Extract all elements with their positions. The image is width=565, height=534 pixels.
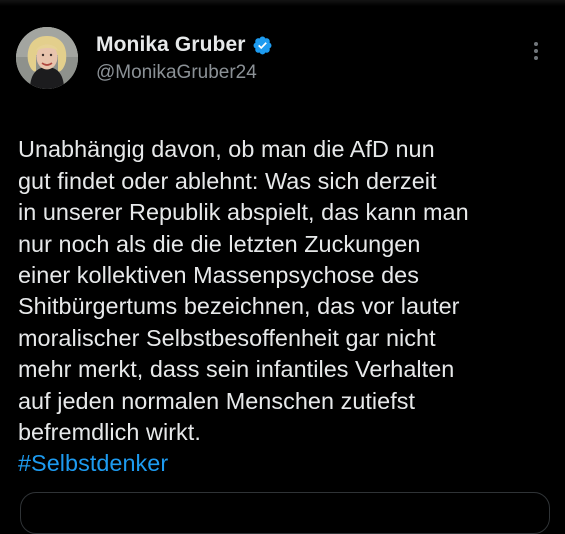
verified-badge-icon xyxy=(252,35,273,56)
avatar[interactable] xyxy=(16,27,78,89)
tweet-text: Unabhängig davon, ob man die AfD nun gut… xyxy=(18,136,469,446)
author-block: Monika Gruber @MonikaGruber24 xyxy=(96,32,273,84)
handle[interactable]: @MonikaGruber24 xyxy=(96,62,273,84)
avatar-photo-icon xyxy=(16,27,78,89)
display-name[interactable]: Monika Gruber xyxy=(96,33,246,57)
tweet-text-container: Unabhängig davon, ob man die AfD nun gut… xyxy=(18,103,558,511)
more-options-icon[interactable] xyxy=(526,38,546,66)
embedded-card[interactable] xyxy=(20,492,550,534)
hashtag-link[interactable]: #Selbstdenker xyxy=(18,448,558,479)
tweet: Monika Gruber @MonikaGruber24 Unabhängig… xyxy=(0,0,565,534)
top-divider xyxy=(0,0,565,6)
name-row: Monika Gruber xyxy=(96,32,273,58)
